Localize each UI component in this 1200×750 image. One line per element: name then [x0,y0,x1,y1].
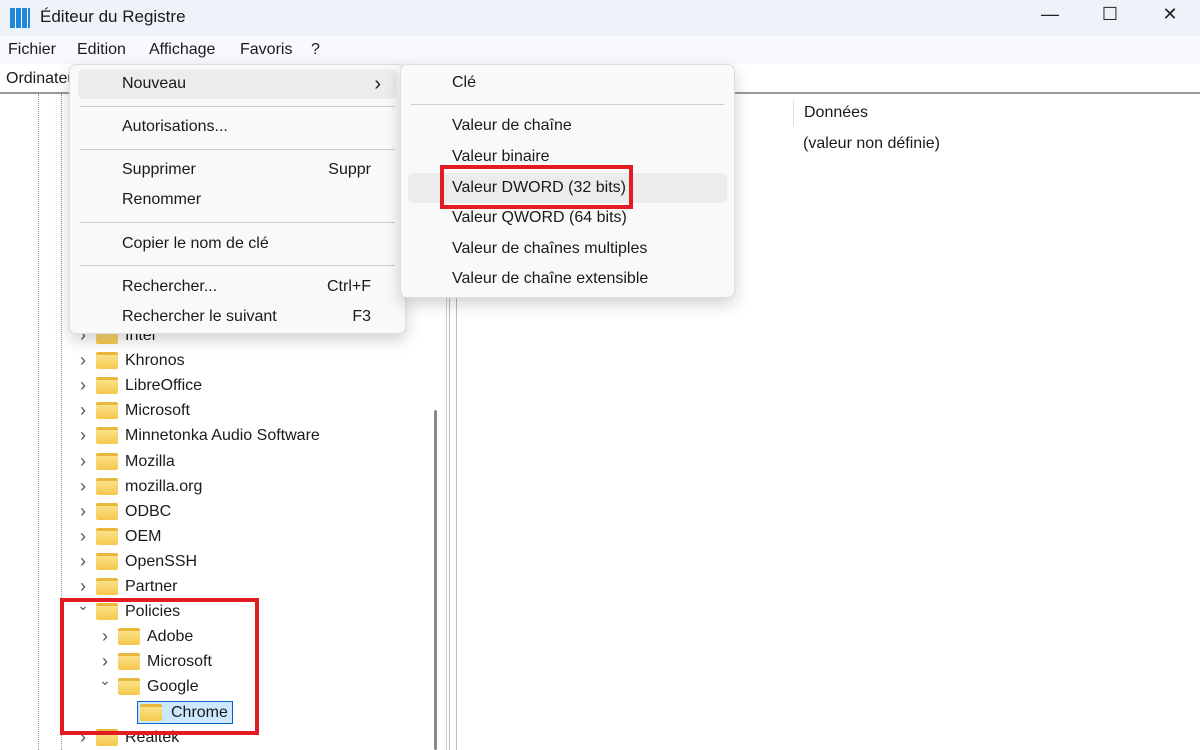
menu-affichage[interactable]: Affichage [149,41,215,59]
tree-node-label: mozilla.org [125,477,203,495]
minimize-button[interactable]: — [1035,4,1065,28]
tree-node[interactable]: › Khronos [0,348,440,373]
tree-node-label: ODBC [125,502,172,520]
column-header-data[interactable]: Données [793,100,1193,126]
expand-chevron-icon[interactable]: › [77,524,89,549]
tree-node[interactable]: › Mozilla [0,449,440,474]
tree-node[interactable]: › OpenSSH [0,549,440,574]
menu-item-rechercher-suivant[interactable]: Rechercher le suivant F3 [70,302,405,332]
tree-node-label: Mozilla [125,452,175,470]
expand-chevron-icon[interactable]: › [77,499,89,524]
tree-node-label: Microsoft [125,402,190,420]
tree-node[interactable]: › Partner [0,574,440,599]
menu-help[interactable]: ? [311,41,320,59]
tree-node-label: Minnetonka Audio Software [125,427,320,445]
column-header-label: Données [804,104,869,121]
folder-icon [96,377,118,395]
regedit-icon [10,8,30,28]
expand-chevron-icon[interactable]: › [77,474,89,499]
folder-icon [96,452,118,470]
value-data: (valeur non définie) [803,135,940,152]
folder-icon [96,578,118,595]
menu-item-supprimer[interactable]: Supprimer Suppr [70,155,405,185]
tree-node-label: OpenSSH [125,552,198,570]
submenu-item-cle[interactable]: Clé [401,68,734,98]
folder-icon [96,427,118,445]
tree-node[interactable]: › OEM [0,524,440,549]
menu-fichier[interactable]: Fichier [8,41,56,59]
expand-chevron-icon[interactable]: › [77,373,89,398]
expand-chevron-icon[interactable]: › [77,348,89,373]
title-bar: Éditeur du Registre — ☐ ✕ [0,0,1200,36]
tree-node-label: LibreOffice [125,377,203,395]
submenu-item-string[interactable]: Valeur de chaîne [401,111,734,141]
menu-item-autorisations[interactable]: Autorisations... [70,112,405,142]
expand-chevron-icon[interactable]: › [77,549,89,574]
folder-icon [96,502,118,520]
highlight-box-dword [440,165,633,209]
maximize-button[interactable]: ☐ [1095,4,1125,28]
menu-item-copier-nom[interactable]: Copier le nom de clé [70,229,405,259]
tree-node[interactable]: › Microsoft [0,398,440,423]
edit-menu: Nouveau › Autorisations... Supprimer Suppr… [69,64,406,334]
menu-edition[interactable]: Edition [77,41,126,59]
tree-node-label: Khronos [125,352,185,370]
tree-node[interactable]: › mozilla.org [0,474,440,499]
tree-node[interactable]: › LibreOffice [0,373,440,398]
tree-node-label: OEM [125,527,162,545]
expand-chevron-icon[interactable]: › [77,423,89,448]
menu-item-nouveau[interactable]: Nouveau › [78,69,397,99]
folder-icon [96,552,118,570]
folder-icon [96,477,118,495]
folder-icon [96,402,118,420]
window-title: Éditeur du Registre [40,7,186,26]
tree-node-label: Partner [125,578,178,595]
submenu-item-expandable[interactable]: Valeur de chaîne extensible [401,264,734,294]
menu-item-rechercher[interactable]: Rechercher... Ctrl+F [70,272,405,302]
tree-node[interactable]: › Minnetonka Audio Software [0,423,440,448]
folder-icon [96,527,118,545]
menu-favoris[interactable]: Favoris [240,41,292,59]
folder-icon [140,703,162,721]
expand-chevron-icon[interactable]: › [77,398,89,423]
folder-icon [96,352,118,370]
menu-item-renommer[interactable]: Renommer [70,185,405,215]
submenu-item-multistring[interactable]: Valeur de chaînes multiples [401,234,734,264]
close-button[interactable]: ✕ [1155,4,1185,28]
tree-node[interactable]: › ODBC [0,499,440,524]
expand-chevron-icon[interactable]: › [77,449,89,474]
